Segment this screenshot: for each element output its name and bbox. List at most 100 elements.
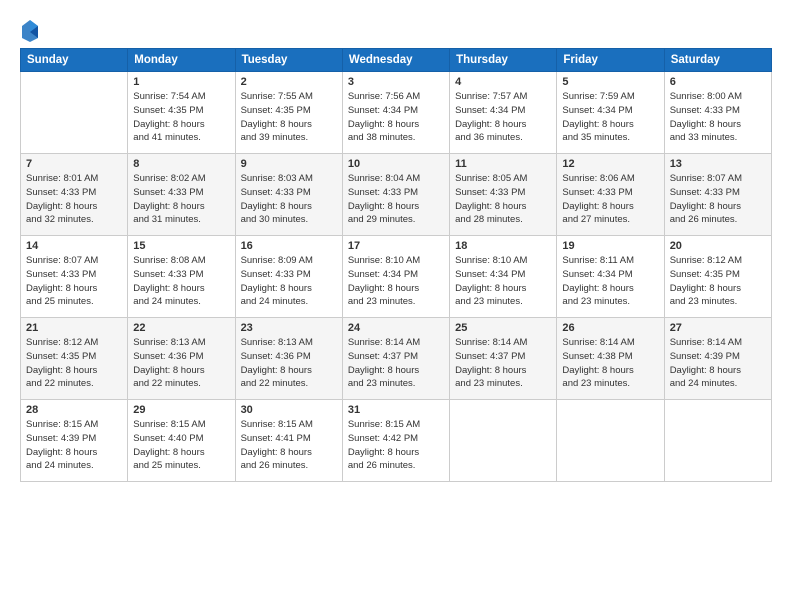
day-number: 14 bbox=[26, 240, 122, 252]
calendar-cell: 6 Sunrise: 8:00 AM Sunset: 4:33 PM Daylig… bbox=[664, 72, 771, 154]
calendar-cell bbox=[450, 400, 557, 482]
day-info: Sunrise: 8:14 AM Sunset: 4:38 PM Dayligh… bbox=[562, 336, 658, 391]
day-number: 13 bbox=[670, 158, 766, 170]
day-number: 20 bbox=[670, 240, 766, 252]
calendar-cell: 25 Sunrise: 8:14 AM Sunset: 4:37 PM Dayli… bbox=[450, 318, 557, 400]
calendar-cell: 17Sunrise: 8:10 AM Sunset: 4:34 PM Dayli… bbox=[342, 236, 449, 318]
day-info: Sunrise: 8:12 AM Sunset: 4:35 PM Dayligh… bbox=[26, 336, 122, 391]
calendar-cell: 13 Sunrise: 8:07 AM Sunset: 4:33 PM Dayli… bbox=[664, 154, 771, 236]
calendar-table: SundayMondayTuesdayWednesdayThursdayFrid… bbox=[20, 48, 772, 482]
day-info: Sunrise: 8:04 AM Sunset: 4:33 PM Dayligh… bbox=[348, 172, 444, 227]
calendar-cell: 4Sunrise: 7:57 AM Sunset: 4:34 PM Daylig… bbox=[450, 72, 557, 154]
day-info: Sunrise: 8:12 AM Sunset: 4:35 PM Dayligh… bbox=[670, 254, 766, 309]
day-number: 15 bbox=[133, 240, 229, 252]
calendar-cell bbox=[21, 72, 128, 154]
day-info: Sunrise: 8:15 AM Sunset: 4:41 PM Dayligh… bbox=[241, 418, 337, 473]
calendar-cell: 18 Sunrise: 8:10 AM Sunset: 4:34 PM Dayli… bbox=[450, 236, 557, 318]
day-info: Sunrise: 8:14 AM Sunset: 4:39 PM Dayligh… bbox=[670, 336, 766, 391]
day-number: 28 bbox=[26, 404, 122, 416]
calendar-week-row: 14 Sunrise: 8:07 AM Sunset: 4:33 PM Dayli… bbox=[21, 236, 772, 318]
calendar-week-row: 7 Sunrise: 8:01 AM Sunset: 4:33 PM Daylig… bbox=[21, 154, 772, 236]
day-info: Sunrise: 8:13 AM Sunset: 4:36 PM Dayligh… bbox=[241, 336, 337, 391]
day-number: 9 bbox=[241, 158, 337, 170]
calendar-cell bbox=[557, 400, 664, 482]
calendar-cell: 12Sunrise: 8:06 AM Sunset: 4:33 PM Dayli… bbox=[557, 154, 664, 236]
calendar-cell: 15 Sunrise: 8:08 AM Sunset: 4:33 PM Dayli… bbox=[128, 236, 235, 318]
calendar-cell: 24 Sunrise: 8:14 AM Sunset: 4:37 PM Dayli… bbox=[342, 318, 449, 400]
weekday-header-tuesday: Tuesday bbox=[235, 49, 342, 72]
day-number: 2 bbox=[241, 76, 337, 88]
day-info: Sunrise: 7:54 AM Sunset: 4:35 PM Dayligh… bbox=[133, 90, 229, 145]
calendar-cell: 7 Sunrise: 8:01 AM Sunset: 4:33 PM Daylig… bbox=[21, 154, 128, 236]
calendar-cell: 5Sunrise: 7:59 AM Sunset: 4:34 PM Daylig… bbox=[557, 72, 664, 154]
logo bbox=[20, 18, 42, 42]
day-number: 3 bbox=[348, 76, 444, 88]
calendar-cell: 28 Sunrise: 8:15 AM Sunset: 4:39 PM Dayli… bbox=[21, 400, 128, 482]
day-number: 29 bbox=[133, 404, 229, 416]
calendar-cell: 3 Sunrise: 7:56 AM Sunset: 4:34 PM Daylig… bbox=[342, 72, 449, 154]
day-number: 7 bbox=[26, 158, 122, 170]
day-info: Sunrise: 8:02 AM Sunset: 4:33 PM Dayligh… bbox=[133, 172, 229, 227]
weekday-header-saturday: Saturday bbox=[664, 49, 771, 72]
calendar-cell: 14 Sunrise: 8:07 AM Sunset: 4:33 PM Dayli… bbox=[21, 236, 128, 318]
day-number: 18 bbox=[455, 240, 551, 252]
calendar-cell: 1 Sunrise: 7:54 AM Sunset: 4:35 PM Daylig… bbox=[128, 72, 235, 154]
day-number: 10 bbox=[348, 158, 444, 170]
day-info: Sunrise: 8:01 AM Sunset: 4:33 PM Dayligh… bbox=[26, 172, 122, 227]
day-info: Sunrise: 8:10 AM Sunset: 4:34 PM Dayligh… bbox=[348, 254, 444, 309]
day-number: 22 bbox=[133, 322, 229, 334]
day-number: 30 bbox=[241, 404, 337, 416]
day-number: 23 bbox=[241, 322, 337, 334]
day-info: Sunrise: 8:09 AM Sunset: 4:33 PM Dayligh… bbox=[241, 254, 337, 309]
weekday-header-thursday: Thursday bbox=[450, 49, 557, 72]
weekday-header-sunday: Sunday bbox=[21, 49, 128, 72]
calendar-cell: 23 Sunrise: 8:13 AM Sunset: 4:36 PM Dayli… bbox=[235, 318, 342, 400]
weekday-header-row: SundayMondayTuesdayWednesdayThursdayFrid… bbox=[21, 49, 772, 72]
day-number: 31 bbox=[348, 404, 444, 416]
day-info: Sunrise: 8:10 AM Sunset: 4:34 PM Dayligh… bbox=[455, 254, 551, 309]
day-number: 6 bbox=[670, 76, 766, 88]
day-info: Sunrise: 8:08 AM Sunset: 4:33 PM Dayligh… bbox=[133, 254, 229, 309]
calendar-cell: 21Sunrise: 8:12 AM Sunset: 4:35 PM Dayli… bbox=[21, 318, 128, 400]
day-info: Sunrise: 8:07 AM Sunset: 4:33 PM Dayligh… bbox=[670, 172, 766, 227]
page: SundayMondayTuesdayWednesdayThursdayFrid… bbox=[0, 0, 792, 612]
day-number: 16 bbox=[241, 240, 337, 252]
calendar-cell: 31 Sunrise: 8:15 AM Sunset: 4:42 PM Dayli… bbox=[342, 400, 449, 482]
day-info: Sunrise: 8:07 AM Sunset: 4:33 PM Dayligh… bbox=[26, 254, 122, 309]
calendar-cell: 10 Sunrise: 8:04 AM Sunset: 4:33 PM Dayli… bbox=[342, 154, 449, 236]
weekday-header-monday: Monday bbox=[128, 49, 235, 72]
calendar-cell: 2 Sunrise: 7:55 AM Sunset: 4:35 PM Daylig… bbox=[235, 72, 342, 154]
calendar-cell: 11Sunrise: 8:05 AM Sunset: 4:33 PM Dayli… bbox=[450, 154, 557, 236]
calendar-cell: 30 Sunrise: 8:15 AM Sunset: 4:41 PM Dayli… bbox=[235, 400, 342, 482]
day-info: Sunrise: 7:56 AM Sunset: 4:34 PM Dayligh… bbox=[348, 90, 444, 145]
day-number: 5 bbox=[562, 76, 658, 88]
day-number: 25 bbox=[455, 322, 551, 334]
day-info: Sunrise: 8:14 AM Sunset: 4:37 PM Dayligh… bbox=[455, 336, 551, 391]
day-number: 8 bbox=[133, 158, 229, 170]
header bbox=[20, 18, 772, 42]
day-info: Sunrise: 7:57 AM Sunset: 4:34 PM Dayligh… bbox=[455, 90, 551, 145]
day-number: 27 bbox=[670, 322, 766, 334]
calendar-week-row: 21Sunrise: 8:12 AM Sunset: 4:35 PM Dayli… bbox=[21, 318, 772, 400]
day-number: 19 bbox=[562, 240, 658, 252]
day-info: Sunrise: 7:55 AM Sunset: 4:35 PM Dayligh… bbox=[241, 90, 337, 145]
logo-icon bbox=[20, 18, 40, 42]
day-info: Sunrise: 8:15 AM Sunset: 4:40 PM Dayligh… bbox=[133, 418, 229, 473]
calendar-cell: 20 Sunrise: 8:12 AM Sunset: 4:35 PM Dayli… bbox=[664, 236, 771, 318]
calendar-week-row: 1 Sunrise: 7:54 AM Sunset: 4:35 PM Daylig… bbox=[21, 72, 772, 154]
day-info: Sunrise: 8:15 AM Sunset: 4:39 PM Dayligh… bbox=[26, 418, 122, 473]
calendar-cell bbox=[664, 400, 771, 482]
calendar-cell: 9 Sunrise: 8:03 AM Sunset: 4:33 PM Daylig… bbox=[235, 154, 342, 236]
day-info: Sunrise: 8:00 AM Sunset: 4:33 PM Dayligh… bbox=[670, 90, 766, 145]
day-number: 11 bbox=[455, 158, 551, 170]
day-number: 26 bbox=[562, 322, 658, 334]
day-info: Sunrise: 8:15 AM Sunset: 4:42 PM Dayligh… bbox=[348, 418, 444, 473]
day-number: 24 bbox=[348, 322, 444, 334]
day-info: Sunrise: 8:14 AM Sunset: 4:37 PM Dayligh… bbox=[348, 336, 444, 391]
calendar-cell: 8 Sunrise: 8:02 AM Sunset: 4:33 PM Daylig… bbox=[128, 154, 235, 236]
day-info: Sunrise: 8:11 AM Sunset: 4:34 PM Dayligh… bbox=[562, 254, 658, 309]
day-number: 1 bbox=[133, 76, 229, 88]
calendar-cell: 19 Sunrise: 8:11 AM Sunset: 4:34 PM Dayli… bbox=[557, 236, 664, 318]
calendar-cell: 29 Sunrise: 8:15 AM Sunset: 4:40 PM Dayli… bbox=[128, 400, 235, 482]
day-info: Sunrise: 8:03 AM Sunset: 4:33 PM Dayligh… bbox=[241, 172, 337, 227]
